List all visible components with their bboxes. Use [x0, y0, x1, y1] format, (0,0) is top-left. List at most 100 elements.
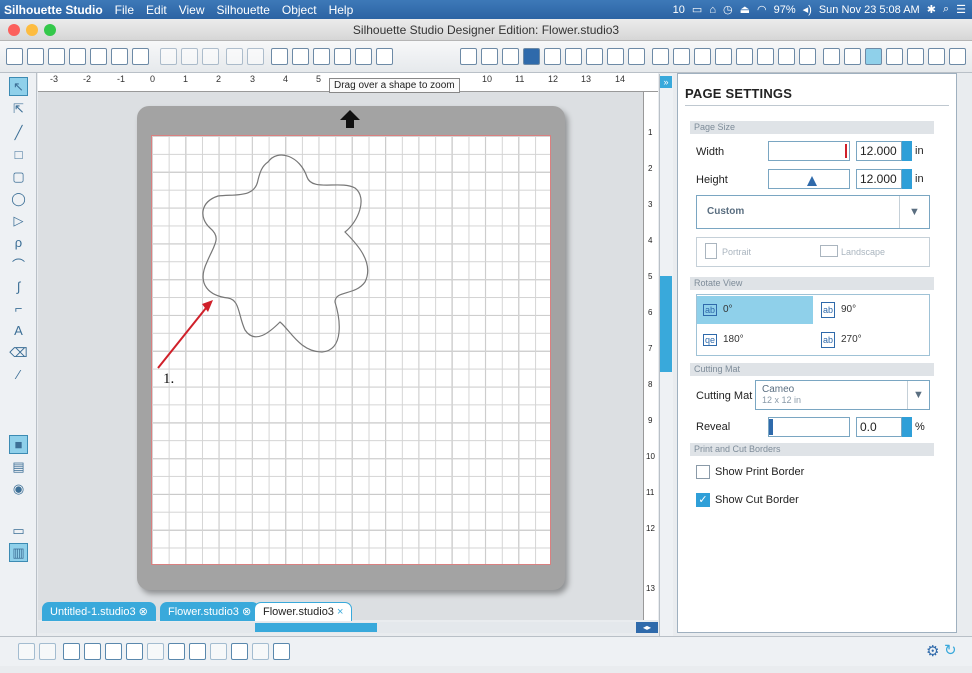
- close-tab-icon[interactable]: ⊗: [242, 606, 251, 618]
- notification-badge[interactable]: 10: [673, 4, 685, 16]
- knife-tool-icon[interactable]: ∕: [9, 365, 28, 384]
- height-stepper[interactable]: [902, 169, 912, 189]
- copy-icon[interactable]: [160, 48, 177, 65]
- time-machine-icon[interactable]: ◷: [723, 3, 733, 16]
- page-grid[interactable]: [151, 135, 551, 565]
- tab-untitled-1[interactable]: Untitled-1.studio3 ⊗: [42, 602, 156, 621]
- rounded-rect-tool-icon[interactable]: ▢: [9, 167, 28, 186]
- portrait-icon[interactable]: [705, 243, 717, 259]
- refresh-icon[interactable]: ↻: [944, 641, 957, 659]
- show-cut-border-checkbox[interactable]: ✓: [696, 493, 710, 507]
- replicate-icon[interactable]: [586, 48, 603, 65]
- trace-icon[interactable]: [757, 48, 774, 65]
- star-icon[interactable]: [565, 48, 582, 65]
- send-back-icon[interactable]: [84, 643, 101, 660]
- width-stepper[interactable]: [902, 141, 912, 161]
- release-compound-icon[interactable]: [189, 643, 206, 660]
- store-panel-icon[interactable]: ◉: [9, 479, 28, 498]
- battery-level[interactable]: 97%: [774, 4, 796, 16]
- library-store-icon[interactable]: [844, 48, 861, 65]
- menu-view[interactable]: View: [173, 3, 211, 17]
- show-print-border-label[interactable]: Show Print Border: [715, 466, 804, 478]
- rotate-270-option[interactable]: ab 270°: [815, 326, 929, 354]
- menu-edit[interactable]: Edit: [140, 3, 173, 17]
- trace-shape-icon[interactable]: [252, 643, 269, 660]
- make-compound-icon[interactable]: [168, 643, 185, 660]
- cut-icon[interactable]: [202, 48, 219, 65]
- landscape-label[interactable]: Landscape: [841, 247, 885, 257]
- fill-pattern-icon[interactable]: [502, 48, 519, 65]
- volume-icon[interactable]: ◂): [803, 3, 812, 16]
- menu-silhouette[interactable]: Silhouette: [211, 3, 276, 17]
- design-store-icon[interactable]: [823, 48, 840, 65]
- duplicate-icon[interactable]: [126, 643, 143, 660]
- fill-color-icon[interactable]: [481, 48, 498, 65]
- landscape-icon[interactable]: [820, 245, 838, 257]
- delete-icon[interactable]: [147, 643, 164, 660]
- app-menu[interactable]: Silhouette Studio: [0, 3, 109, 17]
- gear-icon[interactable]: ⚙: [926, 642, 939, 660]
- horizontal-scroll-thumb[interactable]: [255, 623, 377, 632]
- rotate-0-option[interactable]: ab 0°: [697, 296, 813, 324]
- cutting-mat-dropdown[interactable]: Cameo 12 x 12 in ▼: [755, 380, 930, 410]
- library-icon[interactable]: [48, 48, 65, 65]
- reveal-stepper[interactable]: [902, 417, 912, 437]
- page-size-dropdown[interactable]: Custom ▼: [696, 195, 930, 229]
- spotlight-icon[interactable]: ⌕: [943, 3, 949, 16]
- zoom-select-icon[interactable]: [334, 48, 351, 65]
- pan-icon[interactable]: [271, 48, 288, 65]
- tab-flower-1[interactable]: Flower.studio3 ⊗: [160, 602, 260, 621]
- single-view-icon[interactable]: ▭: [9, 521, 28, 540]
- fill-panel-icon[interactable]: ■: [9, 435, 28, 454]
- smooth-freehand-icon[interactable]: ⌐: [9, 299, 28, 318]
- rotate-90-option[interactable]: ab 90°: [815, 296, 929, 324]
- menu-file[interactable]: File: [109, 3, 140, 17]
- offset-shape-icon[interactable]: [231, 643, 248, 660]
- height-input[interactable]: 12.000: [856, 169, 902, 189]
- width-input[interactable]: 12.000: [856, 141, 902, 161]
- airplay-icon[interactable]: ⌂: [709, 4, 716, 16]
- registration-icon[interactable]: [799, 48, 816, 65]
- send-to-silhouette-icon[interactable]: [928, 48, 945, 65]
- rotate-icon[interactable]: [694, 48, 711, 65]
- line-tool-icon[interactable]: ╱: [9, 123, 28, 142]
- print-icon[interactable]: [111, 48, 128, 65]
- close-tab-icon[interactable]: ×: [337, 606, 343, 618]
- width-slider[interactable]: [768, 141, 850, 161]
- send-icon[interactable]: [132, 48, 149, 65]
- knife-icon[interactable]: [736, 48, 753, 65]
- line-style-icon[interactable]: [460, 48, 477, 65]
- undo-icon[interactable]: [226, 48, 243, 65]
- offset-icon[interactable]: [544, 48, 561, 65]
- eject-icon[interactable]: ⏏: [740, 3, 750, 16]
- redo-icon[interactable]: [247, 48, 264, 65]
- group-icon[interactable]: [18, 643, 35, 660]
- modify-icon[interactable]: [778, 48, 795, 65]
- fit-page-icon[interactable]: [376, 48, 393, 65]
- reveal-input[interactable]: 0.0: [856, 417, 902, 437]
- collapse-panel-icon[interactable]: »: [660, 76, 672, 88]
- zoom-out-icon[interactable]: [313, 48, 330, 65]
- arc-tool-icon[interactable]: ⌒: [9, 255, 28, 274]
- polygon-tool-icon[interactable]: ▷: [9, 211, 28, 230]
- show-print-border-checkbox[interactable]: [696, 465, 710, 479]
- edit-points-icon[interactable]: ⇱: [9, 99, 28, 118]
- transform-icon[interactable]: [673, 48, 690, 65]
- scroll-arrows-icon[interactable]: ◂▸: [636, 622, 658, 633]
- close-tab-icon[interactable]: ⊗: [139, 606, 148, 618]
- height-slider[interactable]: [768, 169, 850, 189]
- grid-icon[interactable]: [907, 48, 924, 65]
- tab-flower-active[interactable]: Flower.studio3 ×: [254, 602, 353, 621]
- new-document-icon[interactable]: [6, 48, 23, 65]
- bring-forward-icon[interactable]: [105, 643, 122, 660]
- wifi-icon[interactable]: ◠: [757, 3, 767, 16]
- page-setup-icon[interactable]: [865, 48, 882, 65]
- eraser-tool-icon[interactable]: ⌫: [9, 343, 28, 362]
- store-icon[interactable]: [949, 48, 966, 65]
- clock[interactable]: Sun Nov 23 5:08 AM: [819, 4, 920, 16]
- show-cut-border-label[interactable]: Show Cut Border: [715, 494, 799, 506]
- bring-front-icon[interactable]: [63, 643, 80, 660]
- library-panel-icon[interactable]: ▤: [9, 457, 28, 476]
- save-icon[interactable]: [69, 48, 86, 65]
- menu-list-icon[interactable]: ☰: [956, 3, 966, 16]
